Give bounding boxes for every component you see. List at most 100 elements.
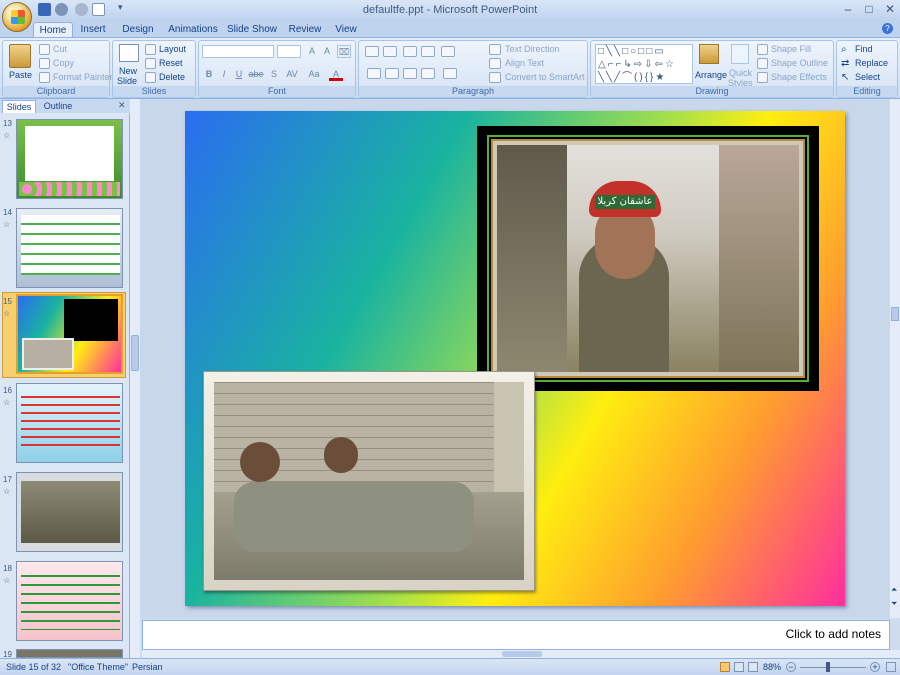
slide-thumb-14[interactable] (16, 208, 123, 288)
change-case-button[interactable]: Aa (305, 68, 323, 81)
maximize-button[interactable]: □ (861, 2, 877, 16)
font-name-dropdown[interactable] (202, 45, 274, 58)
new-slide-button-line2[interactable]: Slide (117, 76, 137, 86)
copy-button[interactable]: Copy (53, 58, 74, 68)
font-size-dropdown[interactable] (277, 45, 301, 58)
arrange-button[interactable]: Arrange (695, 70, 727, 80)
horizontal-scrollbar[interactable] (142, 650, 900, 658)
tab-slides[interactable]: Slides (2, 100, 36, 113)
line-spacing-icon[interactable] (441, 46, 455, 57)
convert-smartart-button[interactable]: Convert to SmartArt (505, 72, 585, 82)
shape-fill-icon[interactable] (757, 44, 768, 55)
thumb-star-icon[interactable]: ☆ (3, 309, 10, 318)
language-indicator[interactable]: Persian (132, 662, 163, 672)
slide-thumb-17[interactable] (16, 472, 123, 552)
text-direction-button[interactable]: Text Direction (505, 44, 560, 54)
slide-show-icon[interactable] (748, 662, 758, 672)
zoom-level[interactable]: 88% (763, 662, 781, 672)
zoom-slider[interactable] (800, 667, 866, 668)
underline-button[interactable]: U (232, 68, 246, 81)
find-icon[interactable]: ⌕ (841, 44, 847, 55)
tab-view[interactable]: View (330, 22, 362, 37)
paste-button[interactable]: Paste (9, 70, 32, 80)
reset-icon[interactable] (145, 58, 156, 69)
replace-button[interactable]: Replace (855, 58, 888, 68)
bold-button[interactable]: B (202, 68, 216, 81)
format-painter-button[interactable]: Format Painter (53, 72, 113, 82)
columns-icon[interactable] (443, 68, 457, 79)
slide-thumb-15[interactable] (16, 294, 123, 374)
text-direction-icon[interactable] (489, 44, 501, 55)
find-button[interactable]: Find (855, 44, 873, 54)
align-center-icon[interactable] (385, 68, 399, 79)
quick-styles-icon[interactable] (731, 44, 749, 64)
align-text-icon[interactable] (489, 58, 501, 69)
notes-pane[interactable]: Click to add notes (142, 620, 890, 650)
tab-design[interactable]: Design (118, 22, 158, 37)
tab-outline[interactable]: Outline (38, 100, 78, 113)
hscroll-thumb[interactable] (502, 651, 542, 657)
layout-icon[interactable] (145, 44, 156, 55)
thumb-star-icon[interactable]: ☆ (3, 576, 10, 585)
notes-placeholder[interactable]: Click to add notes (786, 627, 881, 641)
close-button[interactable]: ✕ (882, 2, 898, 16)
close-pane-icon[interactable]: ✕ (118, 100, 126, 111)
copy-icon[interactable] (39, 58, 50, 69)
align-right-icon[interactable] (403, 68, 417, 79)
shape-outline-icon[interactable] (757, 58, 768, 69)
shadow-button[interactable]: S (267, 68, 281, 81)
slides-pane-scrollbar[interactable] (130, 99, 140, 658)
justify-icon[interactable] (421, 68, 435, 79)
editor-scroll-thumb[interactable] (891, 307, 899, 321)
new-slide-icon[interactable] (119, 44, 139, 62)
tab-animations[interactable]: Animations (165, 22, 221, 37)
prev-slide-icon[interactable]: ⏶ (891, 585, 897, 595)
smartart-icon[interactable] (489, 72, 501, 83)
shrink-font-button[interactable]: A (320, 45, 334, 58)
slide-canvas[interactable]: عاشقان کربلا (185, 111, 845, 606)
char-spacing-button[interactable]: AV (283, 68, 301, 81)
slide-thumb-19[interactable] (16, 649, 123, 658)
tab-slide-show[interactable]: Slide Show (226, 22, 278, 37)
strikethrough-button[interactable]: abe (247, 68, 265, 81)
picture-frame-top[interactable]: عاشقان کربلا (477, 126, 819, 391)
office-button[interactable] (2, 2, 32, 32)
thumb-star-icon[interactable]: ☆ (3, 131, 10, 140)
clear-format-icon[interactable]: ⌧ (337, 45, 351, 58)
select-icon[interactable]: ↖ (841, 72, 849, 83)
thumb-star-icon[interactable]: ☆ (3, 220, 10, 229)
shape-effects-icon[interactable] (757, 72, 768, 83)
zoom-in-icon[interactable]: + (870, 662, 880, 672)
tab-insert[interactable]: Insert (76, 22, 110, 37)
bullets-icon[interactable] (365, 46, 379, 57)
slide-thumb-18[interactable] (16, 561, 123, 641)
align-text-button[interactable]: Align Text (505, 58, 544, 68)
tab-home[interactable]: Home (33, 22, 73, 37)
shape-fill-button[interactable]: Shape Fill (771, 44, 811, 54)
minimize-button[interactable]: – (840, 2, 856, 16)
picture-frame-bottom[interactable] (203, 371, 535, 591)
shapes-gallery[interactable]: □╲╲□○□□▭ △⌐⌐↳⇨⇩⇦☆ ╲╲╱⌒(){}★ (595, 44, 693, 84)
delete-button[interactable]: Delete (159, 72, 185, 82)
normal-view-icon[interactable] (720, 662, 730, 672)
paste-icon[interactable] (9, 44, 31, 68)
next-slide-icon[interactable]: ⏷ (891, 599, 897, 609)
zoom-slider-handle[interactable] (826, 662, 830, 672)
tab-review[interactable]: Review (285, 22, 325, 37)
replace-icon[interactable]: ⇄ (841, 58, 849, 69)
arrange-icon[interactable] (699, 44, 719, 64)
new-slide-button[interactable]: New (119, 66, 137, 76)
layout-button[interactable]: Layout (159, 44, 186, 54)
thumb-star-icon[interactable]: ☆ (3, 398, 10, 407)
align-left-icon[interactable] (367, 68, 381, 79)
grow-font-button[interactable]: A (305, 45, 319, 58)
cut-button[interactable]: Cut (53, 44, 67, 54)
shape-effects-button[interactable]: Shape Effects (771, 72, 827, 82)
slide-thumb-16[interactable] (16, 383, 123, 463)
delete-icon[interactable] (145, 72, 156, 83)
help-icon[interactable]: ? (882, 23, 893, 34)
slide-sorter-icon[interactable] (734, 662, 744, 672)
select-button[interactable]: Select (855, 72, 880, 82)
decrease-indent-icon[interactable] (403, 46, 417, 57)
numbering-icon[interactable] (383, 46, 397, 57)
